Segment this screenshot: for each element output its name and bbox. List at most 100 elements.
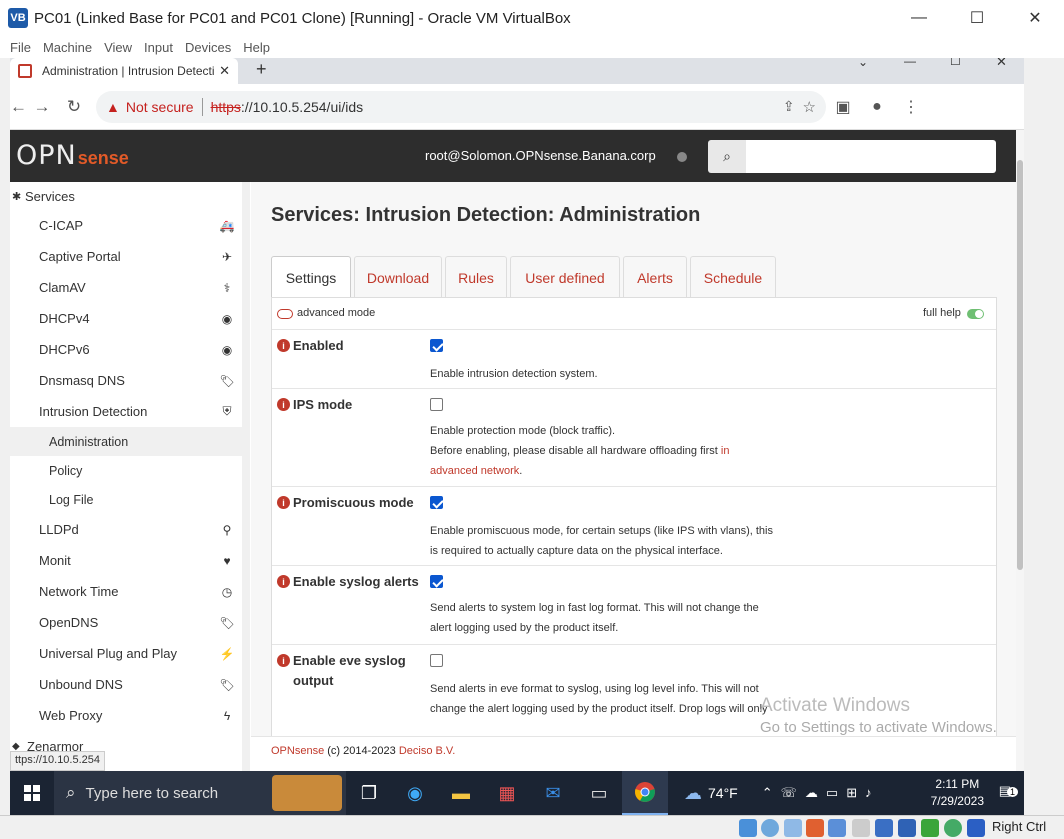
advanced-network-link[interactable]: advanced network bbox=[430, 465, 519, 477]
advanced-mode-toggle[interactable] bbox=[277, 309, 293, 319]
terminal-icon[interactable]: ▭ bbox=[576, 771, 622, 815]
taskbar-clock[interactable]: 2:11 PM 7/29/2023 bbox=[931, 776, 984, 810]
info-icon[interactable]: i bbox=[277, 496, 290, 509]
info-icon[interactable]: i bbox=[277, 575, 290, 588]
back-icon[interactable]: ← bbox=[10, 97, 27, 117]
browser-close-icon[interactable]: ✕ bbox=[996, 58, 1007, 70]
chevron-up-icon[interactable]: ⌃ bbox=[762, 785, 773, 801]
tab-rules[interactable]: Rules bbox=[445, 256, 507, 298]
forward-icon[interactable]: → bbox=[26, 97, 58, 117]
sidebar-section-services[interactable]: ✱ Services bbox=[10, 181, 242, 212]
in-link[interactable]: in bbox=[721, 445, 730, 457]
search-input[interactable] bbox=[746, 140, 996, 173]
share-icon[interactable]: ⇪ bbox=[783, 98, 795, 115]
vbox-recording-icon[interactable] bbox=[898, 819, 916, 837]
kebab-menu-icon[interactable]: ⋮ bbox=[894, 97, 928, 117]
close-icon[interactable]: ✕ bbox=[1006, 0, 1064, 36]
page-scrollbar-thumb[interactable] bbox=[1017, 160, 1023, 570]
browser-tab[interactable]: Administration | Intrusion Detecti ✕ bbox=[10, 58, 238, 84]
maximize-icon[interactable]: ☐ bbox=[948, 0, 1006, 36]
menu-input[interactable]: Input bbox=[144, 40, 173, 55]
tab-alerts[interactable]: Alerts bbox=[623, 256, 687, 298]
sidebar-item-network-time[interactable]: Network Time ◷ bbox=[10, 576, 242, 607]
side-panel-icon[interactable]: ▣ bbox=[826, 97, 860, 117]
syslog-alerts-checkbox[interactable] bbox=[430, 575, 443, 588]
tab-close-icon[interactable]: ✕ bbox=[219, 63, 230, 79]
task-view-icon[interactable]: ❐ bbox=[346, 771, 392, 815]
menu-devices[interactable]: Devices bbox=[185, 40, 231, 55]
browser-restore-icon[interactable]: ☐ bbox=[950, 58, 961, 68]
sidebar-item-log-file[interactable]: Log File bbox=[10, 485, 242, 514]
bookmark-star-icon[interactable]: ☆ bbox=[803, 98, 816, 116]
menu-view[interactable]: View bbox=[104, 40, 132, 55]
sidebar-item-upnp[interactable]: Universal Plug and Play ⚡ bbox=[10, 638, 242, 669]
battery-icon[interactable]: ▭ bbox=[826, 785, 838, 801]
page-scrollbar[interactable] bbox=[1016, 130, 1024, 771]
info-icon[interactable]: i bbox=[277, 654, 290, 667]
opnsense-logo[interactable]: OPN sense bbox=[16, 140, 129, 171]
sidebar-item-unbound-dns[interactable]: Unbound DNS 🏷 bbox=[10, 669, 242, 700]
sidebar-item-intrusion-detection[interactable]: Intrusion Detection ⛨ bbox=[10, 396, 242, 427]
tab-schedule[interactable]: Schedule bbox=[690, 256, 776, 298]
vbox-keyboard-icon[interactable] bbox=[967, 819, 985, 837]
sidebar-item-captive-portal[interactable]: Captive Portal ✈ bbox=[10, 241, 242, 272]
eve-syslog-checkbox[interactable] bbox=[430, 654, 443, 667]
warning-icon[interactable]: ▲ bbox=[106, 99, 120, 115]
vbox-shared-folder-icon[interactable] bbox=[852, 819, 870, 837]
weather-widget[interactable]: ☁ 74°F bbox=[684, 783, 738, 804]
mail-icon[interactable]: ✉ bbox=[530, 771, 576, 815]
sidebar-item-web-proxy[interactable]: Web Proxy ϟ bbox=[10, 700, 242, 731]
not-secure-label[interactable]: Not secure bbox=[126, 99, 194, 115]
edge-icon[interactable]: ◉ bbox=[392, 771, 438, 815]
store-icon[interactable]: ▦ bbox=[484, 771, 530, 815]
sidebar-scrollbar[interactable] bbox=[242, 182, 250, 771]
sidebar-item-lldpd[interactable]: LLDPd ⚲ bbox=[10, 514, 242, 545]
vbox-network-icon[interactable] bbox=[806, 819, 824, 837]
sidebar-item-administration[interactable]: Administration bbox=[10, 427, 242, 456]
tab-download[interactable]: Download bbox=[354, 256, 442, 298]
browser-minimize-icon[interactable]: — bbox=[904, 58, 916, 68]
onedrive-icon[interactable]: ☁ bbox=[805, 785, 818, 801]
user-label[interactable]: root@Solomon.OPNsense.Banana.corp bbox=[425, 148, 656, 163]
chrome-icon[interactable] bbox=[622, 771, 668, 815]
info-icon[interactable]: i bbox=[277, 339, 290, 352]
enabled-checkbox[interactable] bbox=[430, 339, 443, 352]
sidebar-item-dnsmasq[interactable]: Dnsmasq DNS 🏷 bbox=[10, 365, 242, 396]
vbox-usb-icon[interactable] bbox=[828, 819, 846, 837]
minimize-icon[interactable]: — bbox=[890, 0, 948, 36]
menu-help[interactable]: Help bbox=[243, 40, 270, 55]
sidebar-item-dhcpv4[interactable]: DHCPv4 ◉ bbox=[10, 303, 242, 334]
taskbar-search[interactable]: ⌕ Type here to search bbox=[54, 771, 346, 815]
opnsense-link[interactable]: OPNsense bbox=[271, 745, 324, 757]
network-icon[interactable]: ⊞ bbox=[846, 785, 857, 801]
omnibox[interactable]: ▲ Not secure https ://10.10.5.254/ui/ids… bbox=[96, 90, 826, 123]
full-help-label[interactable]: full help bbox=[923, 307, 961, 319]
file-explorer-icon[interactable]: ▬ bbox=[438, 771, 484, 815]
sidebar-item-monit[interactable]: Monit ♥ bbox=[10, 545, 242, 576]
search-icon[interactable]: ⌕ bbox=[708, 140, 746, 173]
tab-settings[interactable]: Settings bbox=[271, 256, 351, 298]
tab-user-defined[interactable]: User defined bbox=[510, 256, 620, 298]
vbox-disk-icon[interactable] bbox=[739, 819, 757, 837]
vbox-display-icon[interactable] bbox=[875, 819, 893, 837]
advanced-mode-label[interactable]: advanced mode bbox=[297, 307, 375, 319]
deciso-link[interactable]: Deciso B.V. bbox=[399, 745, 455, 757]
profile-avatar-icon[interactable]: ● bbox=[860, 98, 894, 116]
full-help-toggle[interactable] bbox=[967, 309, 984, 319]
reload-icon[interactable]: ↻ bbox=[58, 97, 90, 117]
sidebar-item-dhcpv6[interactable]: DHCPv6 ◉ bbox=[10, 334, 242, 365]
vbox-mouse-icon[interactable] bbox=[944, 819, 962, 837]
sidebar-item-opendns[interactable]: OpenDNS 🏷 bbox=[10, 607, 242, 638]
info-icon[interactable]: i bbox=[277, 398, 290, 411]
vbox-optical-icon[interactable] bbox=[761, 819, 779, 837]
ips-mode-checkbox[interactable] bbox=[430, 398, 443, 411]
tab-search-chevron-icon[interactable]: ⌄ bbox=[858, 58, 868, 69]
sidebar-item-policy[interactable]: Policy bbox=[10, 456, 242, 485]
menu-machine[interactable]: Machine bbox=[43, 40, 92, 55]
menu-file[interactable]: File bbox=[10, 40, 31, 55]
vbox-cpu-icon[interactable] bbox=[921, 819, 939, 837]
sidebar-item-c-icap[interactable]: C-ICAP 🚑 bbox=[10, 210, 242, 241]
meet-icon[interactable]: ☏ bbox=[781, 785, 797, 801]
notification-icon[interactable]: ▤1 bbox=[999, 783, 1018, 799]
promiscuous-checkbox[interactable] bbox=[430, 496, 443, 509]
